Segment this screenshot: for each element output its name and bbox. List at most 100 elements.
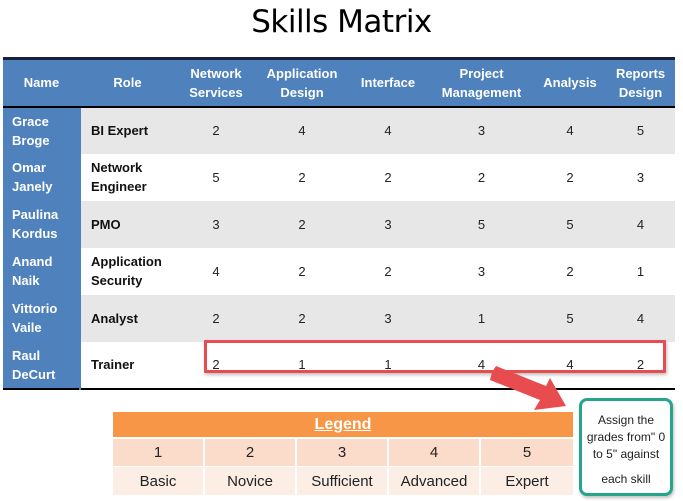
legend-level-label: Basic xyxy=(113,467,205,495)
table-row: Grace Broge BI Expert 2 4 4 3 4 5 xyxy=(3,106,675,154)
role-line: Security xyxy=(91,273,143,288)
role-cell: Analyst xyxy=(80,294,175,342)
role-cell: Trainer xyxy=(80,341,175,389)
header-line: Management xyxy=(441,84,522,100)
legend-level-value: 4 xyxy=(389,439,481,467)
legend-table: Legend 12345 Basic Novice Sufficient Advanc… xyxy=(113,412,573,495)
role-line: Application xyxy=(91,254,162,269)
score-cell: 2 xyxy=(257,153,347,201)
score-cell: 1 xyxy=(429,294,534,342)
score-cell: 3 xyxy=(429,247,534,295)
employee-name-cell: Omar Janely xyxy=(3,153,81,201)
column-header-network-services: Network Services xyxy=(175,58,257,108)
score-cell: 5 xyxy=(534,294,606,342)
table-row: Anand Naik Application Security 4 2 2 3 2 1 xyxy=(3,247,675,295)
score-cell: 5 xyxy=(429,200,534,248)
score-cell: 2 xyxy=(429,153,534,201)
page-title: Skills Matrix xyxy=(251,4,432,40)
role-line: PMO xyxy=(91,216,121,232)
score-cell: 2 xyxy=(257,247,347,295)
score-cell: 5 xyxy=(534,200,606,248)
score-cell: 3 xyxy=(429,106,534,154)
name-line: Vittorio xyxy=(12,301,58,316)
legend-title: Legend xyxy=(113,412,573,439)
score-cell: 2 xyxy=(257,294,347,342)
score-cell: 4 xyxy=(534,106,606,154)
score-cell: 4 xyxy=(175,247,257,295)
instruction-callout: Assign the grades from" 0 to 5" against … xyxy=(579,398,673,496)
column-header-role: Role xyxy=(80,58,175,108)
role-cell: PMO xyxy=(80,200,175,248)
header-line: Project xyxy=(459,65,504,81)
score-cell: 2 xyxy=(175,106,257,154)
legend-level-value: 5 xyxy=(481,439,573,467)
employee-name-cell: Vittorio Vaile xyxy=(3,294,81,342)
score-cell: 4 xyxy=(347,106,429,154)
column-header-project-management: Project Management xyxy=(429,58,534,108)
role-line: Engineer xyxy=(91,179,147,194)
score-cell: 3 xyxy=(606,153,675,201)
name-line: Naik xyxy=(12,273,40,288)
header-row: Name Role Network Services Application Des… xyxy=(3,58,675,108)
legend-header-row: Legend xyxy=(113,412,573,439)
legend-level-label: Advanced xyxy=(389,467,481,495)
name-line: Omar xyxy=(12,160,46,175)
role-line: BI Expert xyxy=(91,123,149,138)
name-line: Grace xyxy=(12,113,49,129)
legend-values-row: 12345 xyxy=(113,439,573,467)
column-header-analysis: Analysis xyxy=(534,58,606,108)
legend-level-value: 3 xyxy=(297,439,389,467)
table-row: Omar Janely Network Engineer 5 2 2 2 2 3 xyxy=(3,153,675,201)
name-line: Janely xyxy=(12,179,53,194)
score-cell: 5 xyxy=(175,153,257,201)
legend-level-value: 1 xyxy=(113,439,205,467)
name-line: Paulina xyxy=(12,207,59,222)
legend-level-label: Sufficient xyxy=(297,467,389,495)
legend-labels-row: Basic Novice Sufficient Advanced Expert xyxy=(113,467,573,495)
legend-level-value: 2 xyxy=(205,439,297,467)
employee-name-cell: Paulina Kordus xyxy=(3,200,81,248)
employee-name-cell: Anand Naik xyxy=(3,247,81,295)
arrow-icon xyxy=(490,366,566,410)
header-line: Application xyxy=(266,65,338,81)
score-cell: 3 xyxy=(347,200,429,248)
score-cell: 4 xyxy=(606,294,675,342)
score-cell: 2 xyxy=(534,247,606,295)
employee-name-cell: Raul DeCurt xyxy=(3,341,81,389)
callout-line: grades from" 0 xyxy=(586,430,666,444)
score-cell: 2 xyxy=(347,247,429,295)
score-cell: 2 xyxy=(347,153,429,201)
score-cell: 3 xyxy=(175,200,257,248)
name-line: DeCurt xyxy=(12,366,56,382)
role-line: Analyst xyxy=(91,310,138,326)
header-line: Design xyxy=(280,84,324,100)
name-line: Broge xyxy=(12,132,50,148)
name-line: Raul xyxy=(12,347,41,363)
arrow-shape xyxy=(490,366,566,410)
score-cell: 5 xyxy=(606,106,675,154)
highlight-box xyxy=(204,340,666,373)
role-line: Trainer xyxy=(91,357,135,372)
score-cell: 2 xyxy=(175,294,257,342)
score-cell: 1 xyxy=(606,247,675,295)
name-line: Vaile xyxy=(12,320,42,335)
header-line: Reports xyxy=(615,65,666,81)
table-row: Paulina Kordus PMO 3 2 3 5 5 4 xyxy=(3,200,675,248)
header-line: Design xyxy=(618,84,663,100)
score-cell: 2 xyxy=(257,200,347,248)
name-line: Kordus xyxy=(12,226,58,241)
name-line: Anand xyxy=(12,254,53,269)
table-row: Vittorio Vaile Analyst 2 2 3 1 5 4 xyxy=(3,294,675,342)
score-cell: 4 xyxy=(606,200,675,248)
column-header-reports-design: Reports Design xyxy=(606,58,675,108)
score-cell: 2 xyxy=(534,153,606,201)
column-header-interface: Interface xyxy=(347,58,429,108)
header-line: Services xyxy=(189,84,243,100)
column-header-name: Name xyxy=(3,58,80,108)
column-header-application-design: Application Design xyxy=(257,58,347,108)
header-line: Network xyxy=(190,65,242,81)
callout-line: Assign the xyxy=(597,413,655,427)
role-cell: BI Expert xyxy=(80,106,175,154)
callout-line: to 5" against xyxy=(592,447,660,461)
legend-level-label: Novice xyxy=(205,467,297,495)
